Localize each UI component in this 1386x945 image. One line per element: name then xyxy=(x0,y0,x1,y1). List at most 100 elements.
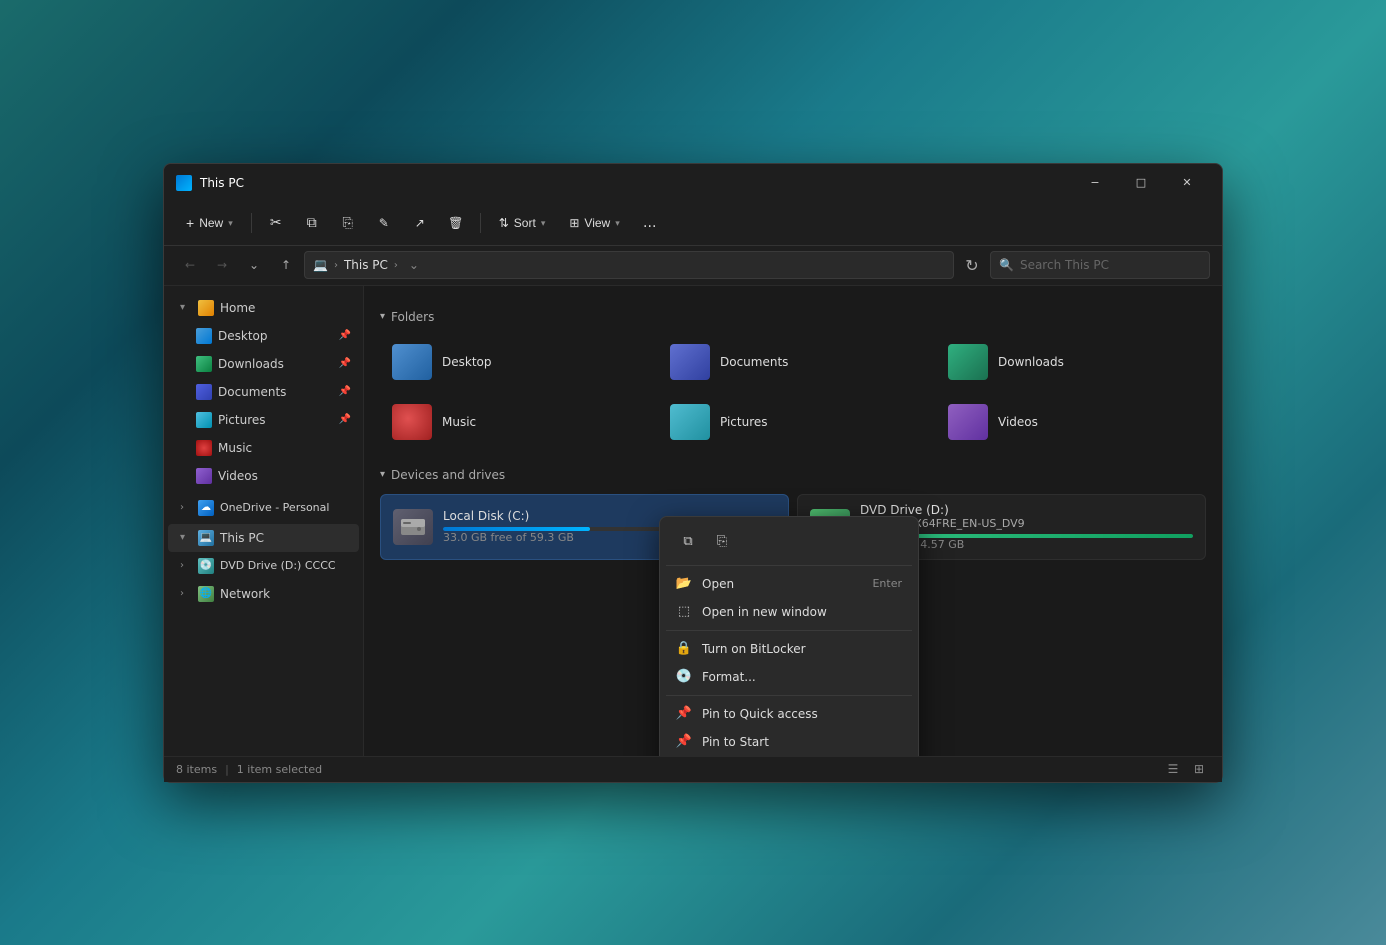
music-folder-icon xyxy=(392,404,432,440)
sidebar-item-dvd[interactable]: › 💿 DVD Drive (D:) CCCC xyxy=(168,552,359,580)
downloads-pin-icon: 📌 xyxy=(339,358,351,369)
search-box[interactable]: 🔍 Search This PC xyxy=(990,251,1210,279)
pin-quick-access-icon: 📌 xyxy=(676,706,692,722)
sidebar-item-documents[interactable]: Documents 📌 xyxy=(184,378,359,406)
new-chevron-icon: ▾ xyxy=(228,218,233,229)
statusbar-view-controls: ☰ ⊞ xyxy=(1162,758,1210,780)
sort-label: Sort xyxy=(514,216,536,230)
sidebar-home-label: Home xyxy=(220,301,255,315)
address-input[interactable]: 💻 › This PC › ⌄ xyxy=(304,251,954,279)
content-area: ▾ Home Desktop 📌 Downloads 📌 Documents xyxy=(164,286,1222,756)
bitlocker-icon: 🔒 xyxy=(676,641,692,657)
context-menu: ⧉ ⎘ 📂 Open Enter ⬚ Open in new window 🔒 … xyxy=(659,516,919,756)
sidebar-item-thispc[interactable]: ▾ 💻 This PC xyxy=(168,524,359,552)
ctx-copy-button[interactable]: ⧉ xyxy=(672,527,704,557)
folder-pictures[interactable]: Pictures xyxy=(658,396,928,448)
copy-button[interactable]: ⧉ xyxy=(296,207,328,239)
sidebar-item-videos[interactable]: Videos xyxy=(184,462,359,490)
address-path-text: This PC xyxy=(344,258,388,272)
onedrive-chevron-icon: › xyxy=(180,502,192,513)
ctx-pin-start[interactable]: 📌 Pin to Start xyxy=(666,728,912,756)
videos-icon xyxy=(196,468,212,484)
folder-downloads-label: Downloads xyxy=(998,355,1064,369)
folders-section-title: Folders xyxy=(391,310,434,324)
ctx-open-label: Open xyxy=(702,577,734,591)
sidebar-music-label: Music xyxy=(218,441,252,455)
ctx-bitlocker-label: Turn on BitLocker xyxy=(702,642,806,656)
devices-chevron-icon: ▾ xyxy=(380,469,385,480)
folder-desktop[interactable]: Desktop xyxy=(380,336,650,388)
folder-pictures-label: Pictures xyxy=(720,415,768,429)
folder-downloads[interactable]: Downloads xyxy=(936,336,1206,388)
sort-button[interactable]: ⇅ Sort ▾ xyxy=(489,211,556,235)
ctx-paste-button[interactable]: ⎘ xyxy=(706,527,738,557)
ctx-pin-start-label: Pin to Start xyxy=(702,735,769,749)
ctx-open-new-window[interactable]: ⬚ Open in new window xyxy=(666,598,912,626)
view-button[interactable]: ⊞ View ▾ xyxy=(559,211,629,235)
folders-grid: Desktop Documents Downloads Music Pictur… xyxy=(380,336,1206,448)
music-icon xyxy=(196,440,212,456)
sidebar-network-label: Network xyxy=(220,587,270,601)
desktop-pin-icon: 📌 xyxy=(339,330,351,341)
documents-icon xyxy=(196,384,212,400)
more-button[interactable]: ... xyxy=(634,207,666,239)
ctx-separator-top xyxy=(666,565,912,566)
window-title: This PC xyxy=(200,176,1072,190)
dvd-icon: 💿 xyxy=(198,558,214,574)
address-dropdown-button[interactable]: ⌄ xyxy=(404,258,424,272)
sidebar-item-downloads[interactable]: Downloads 📌 xyxy=(184,350,359,378)
sidebar-item-home[interactable]: ▾ Home xyxy=(168,294,359,322)
grid-view-button[interactable]: ⊞ xyxy=(1188,758,1210,780)
delete-button[interactable]: 🗑 xyxy=(440,207,472,239)
statusbar-selected-text: 1 item selected xyxy=(237,763,322,776)
folder-documents[interactable]: Documents xyxy=(658,336,928,388)
sidebar-item-network[interactable]: › 🌐 Network xyxy=(168,580,359,608)
list-view-button[interactable]: ☰ xyxy=(1162,758,1184,780)
maximize-button[interactable]: □ xyxy=(1118,167,1164,199)
ctx-open-shortcut: Enter xyxy=(872,577,902,590)
forward-button[interactable]: → xyxy=(208,251,236,279)
recent-button[interactable]: ⌄ xyxy=(240,251,268,279)
folder-documents-label: Documents xyxy=(720,355,788,369)
statusbar-sep: | xyxy=(225,763,229,776)
back-button[interactable]: ← xyxy=(176,251,204,279)
sidebar-dvd-label: DVD Drive (D:) CCCC xyxy=(220,559,336,572)
rename-button[interactable]: ✎ xyxy=(368,207,400,239)
desktop-folder-icon xyxy=(392,344,432,380)
ctx-open[interactable]: 📂 Open Enter xyxy=(666,570,912,598)
ctx-bitlocker[interactable]: 🔒 Turn on BitLocker xyxy=(666,635,912,663)
sort-icon: ⇅ xyxy=(499,216,509,230)
view-label: View xyxy=(584,216,610,230)
folder-videos-label: Videos xyxy=(998,415,1038,429)
sidebar-item-pictures[interactable]: Pictures 📌 xyxy=(184,406,359,434)
cut-button[interactable]: ✂ xyxy=(260,207,292,239)
toolbar-separator-2 xyxy=(480,213,481,233)
close-button[interactable]: ✕ xyxy=(1164,167,1210,199)
sort-chevron-icon: ▾ xyxy=(541,218,546,229)
pictures-folder-icon xyxy=(670,404,710,440)
ctx-pin-quick-access[interactable]: 📌 Pin to Quick access xyxy=(666,700,912,728)
folder-videos[interactable]: Videos xyxy=(936,396,1206,448)
minimize-button[interactable]: − xyxy=(1072,167,1118,199)
paste-button[interactable]: ⎘ xyxy=(332,207,364,239)
share-button[interactable]: ↗ xyxy=(404,207,436,239)
sidebar-sub-items: Desktop 📌 Downloads 📌 Documents 📌 Pictur… xyxy=(164,322,363,490)
toolbar-separator-1 xyxy=(251,213,252,233)
sidebar-item-onedrive[interactable]: › ☁ OneDrive - Personal xyxy=(168,494,359,522)
sidebar-item-desktop[interactable]: Desktop 📌 xyxy=(184,322,359,350)
videos-folder-icon xyxy=(948,404,988,440)
up-button[interactable]: ↑ xyxy=(272,251,300,279)
sidebar-item-music[interactable]: Music xyxy=(184,434,359,462)
new-button[interactable]: + New ▾ xyxy=(176,210,243,236)
folder-music[interactable]: Music xyxy=(380,396,650,448)
sidebar-pictures-label: Pictures xyxy=(218,413,266,427)
search-icon: 🔍 xyxy=(999,258,1014,272)
hdd-svg xyxy=(399,515,427,539)
home-icon xyxy=(198,300,214,316)
downloads-folder-icon xyxy=(948,344,988,380)
window-icon xyxy=(176,175,192,191)
documents-folder-icon xyxy=(670,344,710,380)
address-bar: ← → ⌄ ↑ 💻 › This PC › ⌄ ↻ 🔍 Search This … xyxy=(164,246,1222,286)
refresh-button[interactable]: ↻ xyxy=(958,251,986,279)
ctx-format[interactable]: 💿 Format... xyxy=(666,663,912,691)
